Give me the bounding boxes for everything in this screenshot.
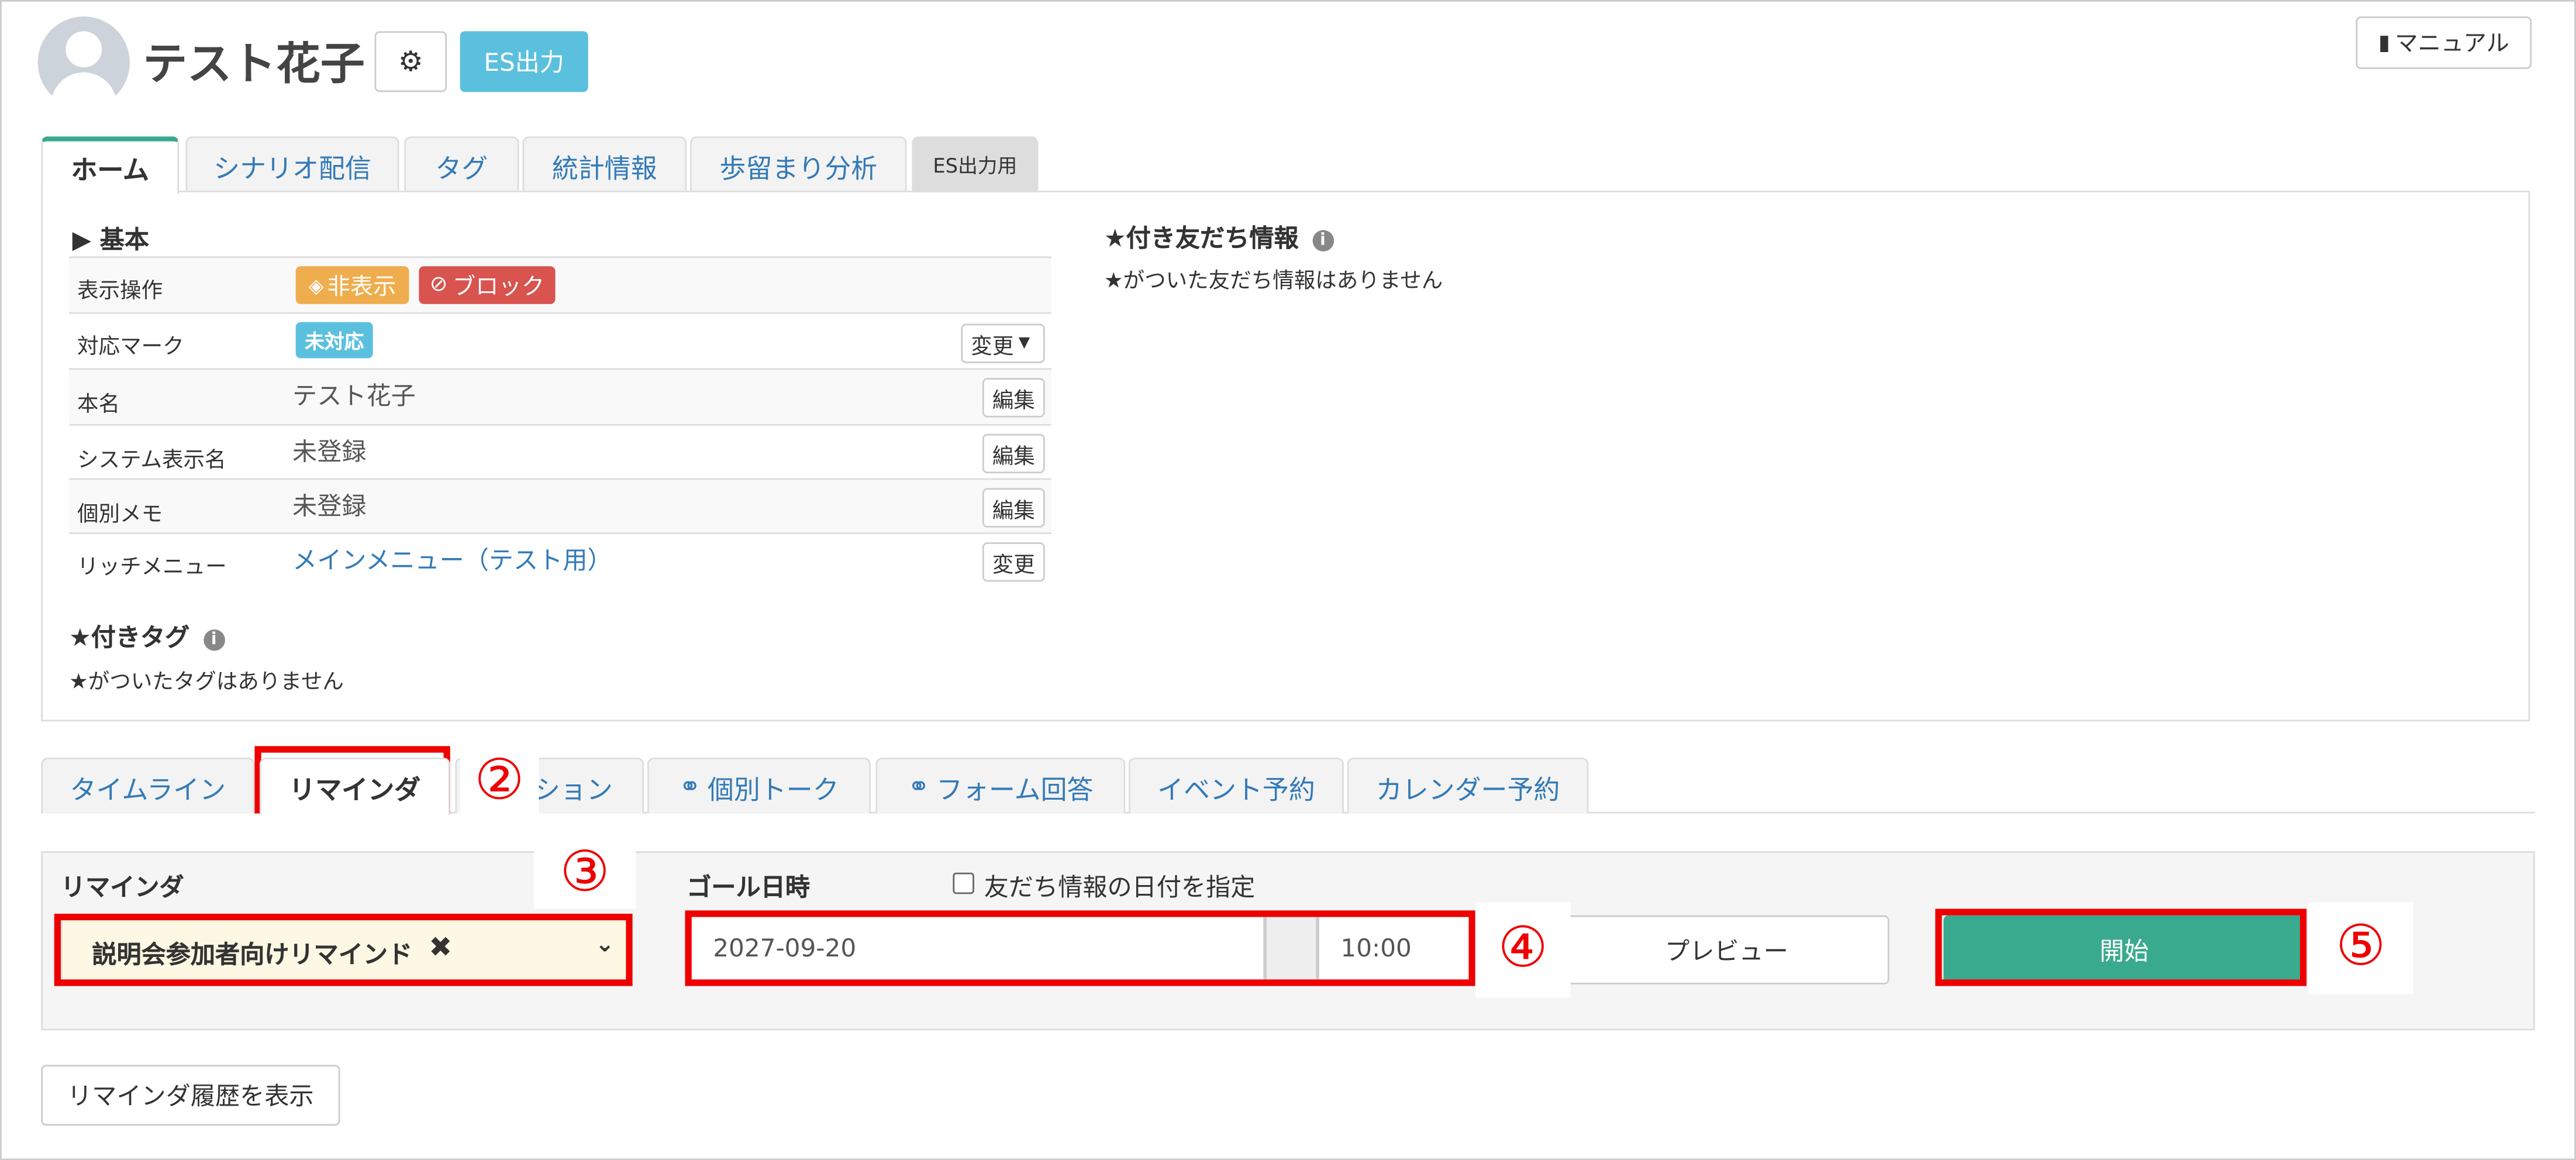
basic-heading: ▶ 基本: [72, 225, 149, 255]
table-row: 個別メモ 未登録 編集: [68, 478, 1051, 535]
friend-date-checkbox-label: 友だち情報の日付を指定: [984, 872, 1256, 903]
page: テスト花子 ⚙ ES出力 ▮ マニュアル ホーム シナリオ配信 タグ 統計情報 …: [0, 0, 2576, 1160]
tab-tags[interactable]: タグ: [404, 136, 519, 192]
es-export-button[interactable]: ES出力: [460, 31, 588, 92]
goal-label: ゴール日時: [687, 872, 811, 903]
tab-stats[interactable]: 統計情報: [522, 136, 687, 192]
table-row: 表示操作 ◈ 非表示 ⊘ ブロック: [68, 256, 1051, 312]
block-button[interactable]: ⊘ ブロック: [419, 266, 556, 304]
reminder-history-button[interactable]: リマインダ履歴を表示: [41, 1065, 340, 1126]
tab-timeline[interactable]: タイムライン: [41, 758, 255, 814]
change-mark-dropdown[interactable]: 変更 ▼: [961, 323, 1045, 363]
tab-calendar-booking[interactable]: カレンダー予約: [1347, 758, 1589, 814]
user-name: テスト花子: [143, 39, 365, 91]
reminder-label: リマインダ: [60, 872, 184, 903]
tab-form-answers[interactable]: ⚭ フォーム回答: [875, 758, 1126, 814]
gear-icon: ⚙: [398, 45, 423, 78]
edit-display-name-button[interactable]: 編集: [982, 433, 1045, 474]
tab-event-booking[interactable]: イベント予約: [1128, 758, 1344, 814]
preview-button[interactable]: プレビュー: [1564, 915, 1889, 985]
info-icon[interactable]: i: [203, 629, 225, 651]
settings-button[interactable]: ⚙: [374, 31, 447, 92]
table-row: リッチメニュー メインメニュー（テスト用） 変更: [68, 532, 1051, 588]
tab-scenario[interactable]: シナリオ配信: [185, 136, 399, 192]
hide-button[interactable]: ◈ 非表示: [295, 266, 409, 304]
tab-yield[interactable]: 歩留まり分析: [689, 136, 907, 192]
edit-realname-button[interactable]: 編集: [982, 378, 1045, 418]
star-tags-empty: ★がついたタグはありません: [68, 670, 344, 696]
table-row: システム表示名 未登録 編集: [68, 424, 1051, 480]
change-rich-menu-button[interactable]: 変更: [982, 542, 1045, 582]
highlight-reminder-select: [54, 913, 633, 986]
star-tags-heading: ★付きタグ i: [69, 619, 225, 654]
sub-tabs: タイムライン リマインダ ション ⚭ 個別トーク ⚭ フォーム回答 イベント予約 カ…: [41, 758, 2535, 815]
table-row: 対応マーク 未対応 変更 ▼: [68, 312, 1051, 369]
status-badge[interactable]: 未対応: [295, 322, 373, 359]
annotation-5: ⑤: [2308, 902, 2413, 994]
highlight-datetime: [685, 910, 1475, 986]
manual-button[interactable]: ▮ マニュアル: [2356, 16, 2532, 69]
tab-es-output[interactable]: ES出力用: [912, 136, 1039, 192]
tab-home[interactable]: ホーム: [41, 136, 180, 194]
tab-individual-talk[interactable]: ⚭ 個別トーク: [647, 758, 871, 814]
main-tabs: ホーム シナリオ配信 タグ 統計情報 歩留まり分析 ES出力用: [41, 136, 2530, 194]
link-icon: ⚭: [679, 770, 701, 802]
star-friend-heading: ★付き友だち情報 i: [1104, 220, 1334, 254]
book-icon: ▮: [2378, 30, 2390, 56]
info-icon[interactable]: i: [1312, 230, 1334, 252]
highlight-start-button: [1935, 908, 2307, 986]
annotation-2: ②: [460, 744, 539, 817]
table-row: 本名 テスト花子 編集: [68, 368, 1051, 424]
friend-date-checkbox[interactable]: [953, 872, 974, 894]
link-icon: ⚭: [908, 770, 930, 802]
tab-reminder[interactable]: リマインダ: [259, 758, 450, 815]
rich-menu-link[interactable]: メインメニュー（テスト用）: [292, 542, 612, 577]
basic-table: 表示操作 ◈ 非表示 ⊘ ブロック 対応マーク 未対応 変更 ▼ 本名 テスト花…: [68, 256, 1051, 582]
ban-icon: ⊘: [429, 273, 448, 298]
star-friend-empty: ★がついた友だち情報はありません: [1103, 269, 1443, 294]
caret-down-icon: ▼: [1018, 335, 1030, 352]
avatar: [37, 16, 130, 109]
annotation-3: ③: [534, 836, 636, 909]
edit-memo-button[interactable]: 編集: [982, 488, 1045, 528]
annotation-4: ④: [1475, 902, 1571, 998]
eye-slash-icon: ◈: [308, 273, 324, 297]
home-panel: ▶ 基本 表示操作 ◈ 非表示 ⊘ ブロック 対応マーク 未対応 変更 ▼ 本名…: [41, 190, 2530, 722]
